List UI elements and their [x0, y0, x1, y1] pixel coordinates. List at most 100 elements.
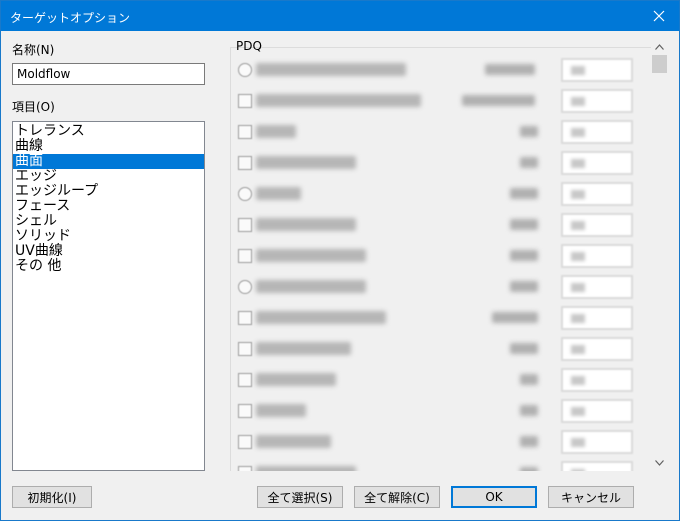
chevron-up-icon	[655, 44, 664, 50]
pdq-option-row[interactable]	[230, 430, 650, 454]
pdq-option-radio[interactable]	[238, 187, 252, 201]
list-item[interactable]: エッジループ	[13, 184, 204, 199]
pdq-option-checkbox[interactable]	[238, 466, 252, 471]
pdq-option-checkbox[interactable]	[238, 249, 252, 263]
list-item[interactable]: 曲面	[13, 154, 204, 169]
reset-button[interactable]: 初期化(I)	[12, 486, 92, 508]
pdq-option-value-field[interactable]	[561, 306, 633, 330]
pdq-option-value-field[interactable]	[561, 368, 633, 392]
scroll-down-button[interactable]	[651, 455, 668, 471]
pdq-option-label	[256, 156, 356, 169]
pdq-option-unit	[510, 343, 538, 354]
chevron-down-icon	[655, 460, 664, 466]
pdq-option-unit	[510, 219, 538, 230]
scroll-thumb[interactable]	[652, 55, 667, 73]
pdq-option-unit	[462, 95, 535, 106]
pdq-option-checkbox[interactable]	[238, 218, 252, 232]
pdq-option-label	[256, 94, 421, 107]
pdq-option-value-field[interactable]	[561, 58, 633, 82]
pdq-option-row[interactable]	[230, 368, 650, 392]
pdq-option-label	[256, 280, 366, 293]
pdq-option-value-field[interactable]	[561, 337, 633, 361]
pdq-option-radio[interactable]	[238, 280, 252, 294]
pdq-option-value-field[interactable]	[561, 399, 633, 423]
pdq-option-value-field[interactable]	[561, 213, 633, 237]
name-label: 名称(N)	[12, 43, 55, 57]
list-item[interactable]: UV曲線	[13, 244, 204, 259]
title-bar: ターゲットオプション	[1, 1, 679, 31]
pdq-option-label	[256, 435, 331, 448]
select-all-button[interactable]: 全て選択(S)	[257, 486, 343, 508]
pdq-option-value-field[interactable]	[561, 244, 633, 268]
name-input[interactable]: Moldflow	[12, 63, 205, 85]
pdq-scrollbar[interactable]	[651, 39, 668, 471]
pdq-option-checkbox[interactable]	[238, 94, 252, 108]
pdq-option-row[interactable]	[230, 244, 650, 268]
pdq-option-checkbox[interactable]	[238, 342, 252, 356]
list-item[interactable]: ソリッド	[13, 229, 204, 244]
pdq-option-row[interactable]	[230, 182, 650, 206]
list-item[interactable]: その 他	[13, 259, 204, 274]
pdq-option-unit	[520, 374, 538, 385]
pdq-option-unit	[510, 281, 538, 292]
pdq-option-value-field[interactable]	[561, 151, 633, 175]
pdq-option-checkbox[interactable]	[238, 435, 252, 449]
items-label: 項目(O)	[12, 100, 55, 114]
pdq-option-row[interactable]	[230, 306, 650, 330]
pdq-option-checkbox[interactable]	[238, 404, 252, 418]
pdq-option-row[interactable]	[230, 461, 650, 471]
scroll-up-button[interactable]	[651, 39, 668, 55]
pdq-option-row[interactable]	[230, 213, 650, 237]
list-item[interactable]: シェル	[13, 214, 204, 229]
close-icon	[653, 10, 665, 22]
pdq-option-value-field[interactable]	[561, 430, 633, 454]
pdq-option-checkbox[interactable]	[238, 125, 252, 139]
window-title: ターゲットオプション	[10, 11, 131, 25]
target-options-dialog: ターゲットオプション 名称(N) Moldflow 項目(O) トレランス 曲線曲…	[0, 0, 680, 521]
pdq-option-value-field[interactable]	[561, 461, 633, 471]
pdq-option-row[interactable]	[230, 58, 650, 82]
ok-button[interactable]: OK	[451, 486, 537, 508]
cancel-button[interactable]: キャンセル	[548, 486, 634, 508]
pdq-option-row[interactable]	[230, 275, 650, 299]
pdq-option-unit	[520, 436, 538, 447]
pdq-option-row[interactable]	[230, 151, 650, 175]
pdq-option-unit	[520, 405, 538, 416]
list-item[interactable]: フェース	[13, 199, 204, 214]
pdq-options-pane	[230, 39, 650, 471]
clear-all-button[interactable]: 全て解除(C)	[354, 486, 440, 508]
pdq-option-label	[256, 63, 406, 76]
items-listbox[interactable]: トレランス 曲線 曲面 エッジ エッジループ フェース シェル ソリッド UV曲線 その 他	[12, 121, 205, 471]
pdq-option-unit	[520, 467, 538, 471]
pdq-option-label	[256, 249, 366, 262]
list-item[interactable]: 曲線	[13, 139, 204, 154]
pdq-option-checkbox[interactable]	[238, 311, 252, 325]
pdq-option-label	[256, 125, 296, 138]
pdq-option-label	[256, 466, 356, 471]
pdq-option-label	[256, 404, 306, 417]
pdq-option-unit	[520, 126, 538, 137]
pdq-option-row[interactable]	[230, 337, 650, 361]
pdq-option-unit	[485, 64, 535, 75]
pdq-option-radio[interactable]	[238, 63, 252, 77]
pdq-option-label	[256, 373, 336, 386]
pdq-option-checkbox[interactable]	[238, 156, 252, 170]
pdq-option-label	[256, 342, 351, 355]
pdq-option-value-field[interactable]	[561, 89, 633, 113]
pdq-option-label	[256, 311, 386, 324]
pdq-option-row[interactable]	[230, 89, 650, 113]
pdq-option-row[interactable]	[230, 120, 650, 144]
pdq-option-unit	[520, 157, 538, 168]
pdq-option-unit	[492, 312, 538, 323]
pdq-option-unit	[510, 188, 538, 199]
pdq-option-unit	[510, 250, 538, 261]
close-button[interactable]	[639, 1, 679, 31]
list-item[interactable]: トレランス	[13, 124, 204, 139]
pdq-option-value-field[interactable]	[561, 182, 633, 206]
list-item[interactable]: エッジ	[13, 169, 204, 184]
pdq-option-label	[256, 187, 301, 200]
pdq-option-value-field[interactable]	[561, 275, 633, 299]
pdq-option-value-field[interactable]	[561, 120, 633, 144]
pdq-option-checkbox[interactable]	[238, 373, 252, 387]
pdq-option-row[interactable]	[230, 399, 650, 423]
